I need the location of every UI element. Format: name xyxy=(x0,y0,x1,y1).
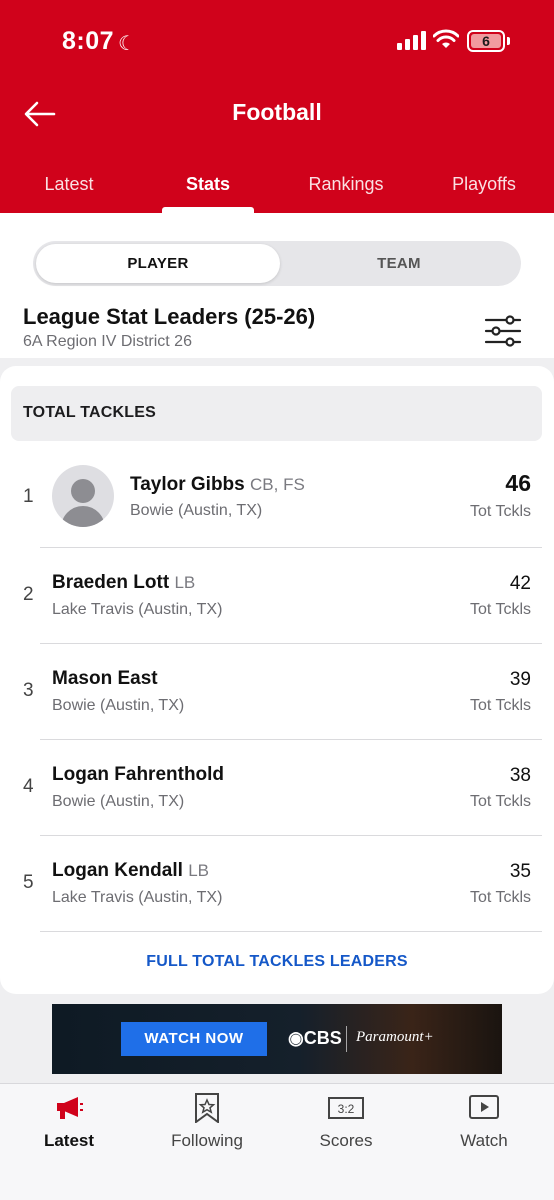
leader-row[interactable]: 2 Braeden Lott LB Lake Travis (Austin, T… xyxy=(0,548,554,644)
rank-number: 1 xyxy=(23,486,34,507)
stat-unit: Tot Tckls xyxy=(469,503,531,520)
player-name: Logan Kendall LB xyxy=(52,860,209,882)
play-icon xyxy=(469,1095,499,1119)
stat-value: 38 xyxy=(509,765,531,786)
battery-nub xyxy=(507,37,510,45)
player-name: Braeden Lott LB xyxy=(52,572,195,594)
player-name-text: Braeden Lott xyxy=(52,572,170,593)
player-positions: CB, FS xyxy=(250,475,305,494)
app-header: 8:07 ☾ 6 Football Latest Stats Rankings … xyxy=(0,0,554,213)
nav-following[interactable]: Following xyxy=(138,1083,276,1163)
rank-number: 5 xyxy=(23,872,34,893)
moon-icon: ☾ xyxy=(118,33,136,55)
stat-unit: Tot Tckls xyxy=(469,697,531,714)
scoreboard-icon: 3:2 xyxy=(328,1097,364,1119)
battery-icon: 6 xyxy=(467,30,505,52)
status-bar: 8:07 ☾ 6 xyxy=(0,0,554,80)
full-leaders-link[interactable]: FULL TOTAL TACKLES LEADERS xyxy=(0,953,554,971)
stat-value: 42 xyxy=(509,573,531,594)
league-subtitle: 6A Region IV District 26 xyxy=(23,333,192,350)
tab-stats[interactable]: Stats xyxy=(138,165,278,213)
paramount-logo: Paramount+ xyxy=(356,1029,434,1045)
tab-rankings[interactable]: Rankings xyxy=(278,165,414,213)
rank-number: 3 xyxy=(23,680,34,701)
player-avatar xyxy=(52,465,114,527)
player-school: Lake Travis (Austin, TX) xyxy=(52,889,223,906)
player-team-toggle: PLAYER TEAM xyxy=(33,241,521,286)
avatar-head xyxy=(71,479,95,503)
cbs-logo-text: CBS xyxy=(303,1028,342,1048)
rank-number: 4 xyxy=(23,776,34,797)
wifi-icon xyxy=(433,29,459,48)
player-name-text: Logan Kendall xyxy=(52,860,183,881)
filter-sliders-icon[interactable] xyxy=(484,313,522,349)
tab-latest[interactable]: Latest xyxy=(0,165,138,213)
stat-value: 46 xyxy=(505,470,531,496)
player-school: Bowie (Austin, TX) xyxy=(130,502,263,519)
category-label: TOTAL TACKLES xyxy=(23,404,156,421)
page-title: Football xyxy=(232,99,322,125)
leader-row[interactable]: 5 Logan Kendall LB Lake Travis (Austin, … xyxy=(0,836,554,932)
player-name-text: Logan Fahrenthold xyxy=(52,764,225,785)
player-name-text: Mason East xyxy=(52,668,158,689)
stat-value: 39 xyxy=(509,669,531,690)
player-school: Bowie (Austin, TX) xyxy=(52,793,185,810)
ad-divider xyxy=(346,1026,347,1052)
player-segment[interactable]: PLAYER xyxy=(36,244,280,283)
stat-unit: Tot Tckls xyxy=(469,601,531,618)
player-school: Lake Travis (Austin, TX) xyxy=(52,601,223,618)
nav-label: Watch xyxy=(460,1131,508,1150)
tab-playoffs[interactable]: Playoffs xyxy=(414,165,554,213)
ad-banner[interactable]: WATCH NOW ◉CBS Paramount+ xyxy=(52,1004,502,1074)
stat-unit: Tot Tckls xyxy=(469,889,531,906)
player-name: Logan Fahrenthold xyxy=(52,764,224,786)
status-time: 8:07 xyxy=(62,27,115,55)
watch-now-button[interactable]: WATCH NOW xyxy=(121,1022,267,1056)
section-tabs: Latest Stats Rankings Playoffs xyxy=(0,165,554,213)
stat-unit: Tot Tckls xyxy=(469,793,531,810)
nav-label: Following xyxy=(171,1131,243,1150)
cellular-signal-icon xyxy=(397,30,427,50)
nav-watch[interactable]: Watch xyxy=(415,1083,553,1163)
nav-label: Scores xyxy=(319,1131,373,1150)
nav-latest[interactable]: Latest xyxy=(0,1083,138,1163)
avatar-body xyxy=(61,506,105,527)
player-positions: LB xyxy=(174,573,196,592)
player-school: Bowie (Austin, TX) xyxy=(52,697,185,714)
player-positions: LB xyxy=(188,861,209,880)
league-title: League Stat Leaders (25-26) xyxy=(23,304,316,329)
megaphone-icon xyxy=(57,1097,83,1119)
team-segment[interactable]: TEAM xyxy=(280,244,518,283)
battery-level: 6 xyxy=(471,34,501,48)
row-divider xyxy=(40,931,542,932)
rank-number: 2 xyxy=(23,584,34,605)
svg-text:3:2: 3:2 xyxy=(338,1102,355,1116)
bookmark-star-icon xyxy=(195,1093,219,1123)
player-name: Mason East xyxy=(52,668,158,690)
nav-label: Latest xyxy=(43,1131,95,1150)
nav-scores[interactable]: 3:2 Scores xyxy=(277,1083,415,1163)
leader-row[interactable]: 4 Logan Fahrenthold Bowie (Austin, TX) 3… xyxy=(0,740,554,836)
player-name: Taylor Gibbs CB, FS xyxy=(130,474,305,496)
leader-row[interactable]: 3 Mason East Bowie (Austin, TX) 39 Tot T… xyxy=(0,644,554,740)
player-name-text: Taylor Gibbs xyxy=(130,474,245,495)
stat-value: 35 xyxy=(509,861,531,882)
cbs-logo: ◉CBS xyxy=(288,1028,342,1048)
